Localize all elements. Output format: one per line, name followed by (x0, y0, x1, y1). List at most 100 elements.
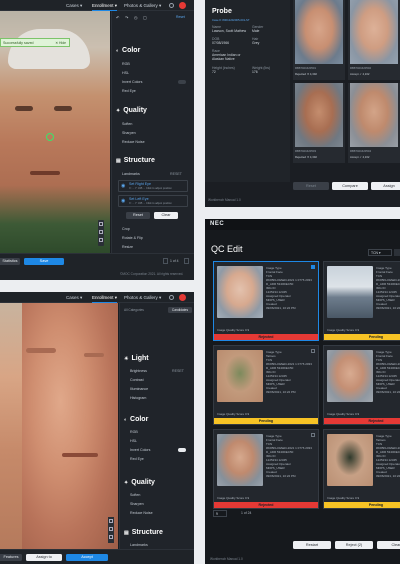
fit-icon[interactable] (109, 535, 113, 539)
toast-close[interactable]: ✕ Hide (55, 41, 66, 45)
qc-card[interactable]: Image Type Frontal Face TCN #KFBKL00AED-… (213, 429, 319, 509)
nav-cases[interactable]: Cases ▾ (66, 295, 82, 301)
color-row-red-eye[interactable]: Red Eye (130, 457, 144, 461)
quality-row-soften[interactable]: Soften (130, 493, 140, 497)
color-row-rgb[interactable]: RGB (130, 430, 138, 434)
tab-candidates[interactable]: Candidates (168, 307, 192, 313)
qc-card-checkbox[interactable] (311, 433, 315, 437)
section-structure[interactable]: ▤ Structure (124, 529, 163, 536)
right-eye-sub: X: ... Y: 345 ... Click to adjust positi… (129, 187, 172, 190)
fit-icon[interactable] (99, 238, 103, 242)
color-row-invert[interactable]: Invert Colors (130, 448, 150, 452)
eyes-clear-button[interactable]: Clear (154, 212, 178, 219)
redo-icon[interactable]: ↷ (125, 15, 128, 20)
light-row-illuminance[interactable]: Illuminance (130, 387, 148, 391)
candidate-card[interactable]: RB87021620503 Rejected ✕ 4,392 (293, 83, 345, 163)
compare-button[interactable]: Compare (332, 182, 368, 190)
right-eye-box[interactable]: ◉ Set Right Eye X: ... Y: 345 ... Click … (118, 180, 188, 192)
section-quality[interactable]: ✦ Quality (124, 479, 155, 486)
accept-button[interactable]: Accept (66, 554, 108, 561)
quality-row-soften[interactable]: Soften (122, 122, 132, 126)
qc-card[interactable]: Image Type Frontal Face TCN #KFBKL00AED-… (213, 261, 319, 341)
restart-button[interactable]: Restart (293, 541, 331, 549)
quality-row-sharpen[interactable]: Sharpen (130, 502, 144, 506)
section-color[interactable]: ◐ Color (124, 416, 148, 423)
light-row-contrast[interactable]: Contrast (130, 378, 144, 382)
tool-row-resize[interactable]: Resize (122, 245, 133, 249)
probe-case-link[interactable]: Case #: 80012202005-001-ST (212, 18, 250, 22)
compare-right-image (22, 303, 118, 549)
light-row-histogram[interactable]: Histogram (130, 396, 146, 400)
quality-row-sharpen[interactable]: Sharpen (122, 131, 136, 135)
nav-photos[interactable]: Photos & Gallery ▾ (124, 3, 161, 9)
zoom-out-icon[interactable] (109, 527, 113, 531)
features-button[interactable]: Features (0, 554, 22, 561)
quality-row-noise[interactable]: Reduce Noise (122, 140, 145, 144)
qc-card-checkbox[interactable] (311, 349, 315, 353)
light-row-brightness[interactable]: Brightness (130, 369, 147, 373)
notification-icon[interactable] (169, 3, 174, 8)
statistics-button[interactable]: Statistics (0, 258, 20, 265)
color-row-hsl[interactable]: HSL (122, 71, 129, 75)
undo-icon[interactable]: ↶ (116, 15, 119, 20)
invert-colors-toggle[interactable] (178, 80, 186, 84)
color-row-invert[interactable]: Invert Colors (122, 80, 142, 84)
candidate-card[interactable]: RB87021620501 Rejected ✕ 4,392 (293, 0, 345, 80)
quality-row-noise[interactable]: Reduce Noise (130, 511, 153, 515)
zoom-in-icon[interactable] (99, 222, 103, 226)
structure-row-landmarks[interactable]: Landmarks (122, 172, 140, 176)
section-light[interactable]: ☀ Light (124, 355, 149, 362)
light-reset[interactable]: RESET (172, 369, 184, 373)
nav-photos[interactable]: Photos & Gallery ▾ (124, 295, 161, 301)
editor-face-image (0, 11, 110, 253)
candidate-card[interactable]: RB87021620504 Accept ✓ 4,162 (348, 83, 400, 163)
page-size-select[interactable]: 9 (213, 510, 227, 517)
nav-enrollment[interactable]: Enrollment ▾ (92, 295, 118, 303)
tool-row-crop[interactable]: Crop (122, 227, 130, 231)
qc-card-checkbox[interactable] (311, 265, 315, 269)
qc-card-status: Rejected (214, 334, 318, 340)
invert-colors-toggle[interactable] (178, 448, 186, 452)
zoom-in-icon[interactable] (109, 519, 113, 523)
delete-icon[interactable]: ▢ (143, 15, 147, 20)
reject-button[interactable]: Reject (2) (335, 541, 373, 549)
qc-view-icon[interactable] (394, 249, 400, 256)
left-eye-box[interactable]: ◉ Set Left Eye X: ... Y: 345 ... Click t… (118, 195, 188, 207)
nav-enrollment[interactable]: Enrollment ▾ (92, 3, 118, 11)
probe-reset-button[interactable]: Reset (293, 182, 329, 190)
page-next-icon[interactable] (184, 258, 189, 264)
candidate-card[interactable]: RB87021620502 Accept ✓ 4,162 (348, 0, 400, 80)
eye-marker-icon[interactable] (46, 133, 54, 141)
history-icon[interactable]: ◷ (134, 15, 138, 20)
reset-link[interactable]: Reset (176, 15, 185, 19)
qc-filter-select[interactable]: TCN ▾ (368, 249, 392, 256)
right-eye-label: Set Right Eye (129, 182, 151, 186)
qc-card-image (327, 434, 373, 486)
qc-card[interactable]: Image Type Tattoos TCN #KFBKL00AED-2021 … (213, 345, 319, 425)
page-prev-icon[interactable] (163, 258, 168, 264)
tool-row-rotate[interactable]: Rotate & Flip (122, 236, 143, 240)
structure-reset[interactable]: RESET (170, 172, 182, 176)
notification-icon[interactable] (169, 295, 174, 300)
color-row-rgb[interactable]: RGB (122, 62, 130, 66)
qc-clear-button[interactable]: Clear (377, 541, 400, 549)
color-row-hsl[interactable]: HSL (130, 439, 137, 443)
qc-card[interactable]: Image Type Tattoos TCN #KFBKL00AED-2021 … (323, 429, 400, 509)
section-quality[interactable]: ✦ Quality (116, 107, 147, 114)
qc-card[interactable]: Image Type Frontal Face TCN #KFBKL00AED-… (323, 261, 400, 341)
section-color[interactable]: ◐ Color (116, 47, 140, 54)
zoom-out-icon[interactable] (99, 230, 103, 234)
avatar[interactable] (179, 2, 186, 9)
nav-cases[interactable]: Cases ▾ (66, 3, 82, 9)
assign-to-button[interactable]: Assign to (26, 554, 62, 561)
tab-all-categories[interactable]: All Categories (124, 308, 144, 312)
structure-row-landmarks[interactable]: Landmarks (130, 543, 148, 547)
eyes-reset-button[interactable]: Reset (126, 212, 150, 219)
probe-assign-button[interactable]: Assign (371, 182, 400, 190)
color-row-red-eye[interactable]: Red Eye (122, 89, 136, 93)
qc-card[interactable]: Image Type Frontal Face TCN #KFBKL00AED-… (323, 345, 400, 425)
section-structure[interactable]: ▤ Structure (116, 157, 155, 164)
qc-title: QC Edit (211, 244, 243, 254)
save-button[interactable]: Save (24, 258, 64, 265)
avatar[interactable] (179, 294, 186, 301)
